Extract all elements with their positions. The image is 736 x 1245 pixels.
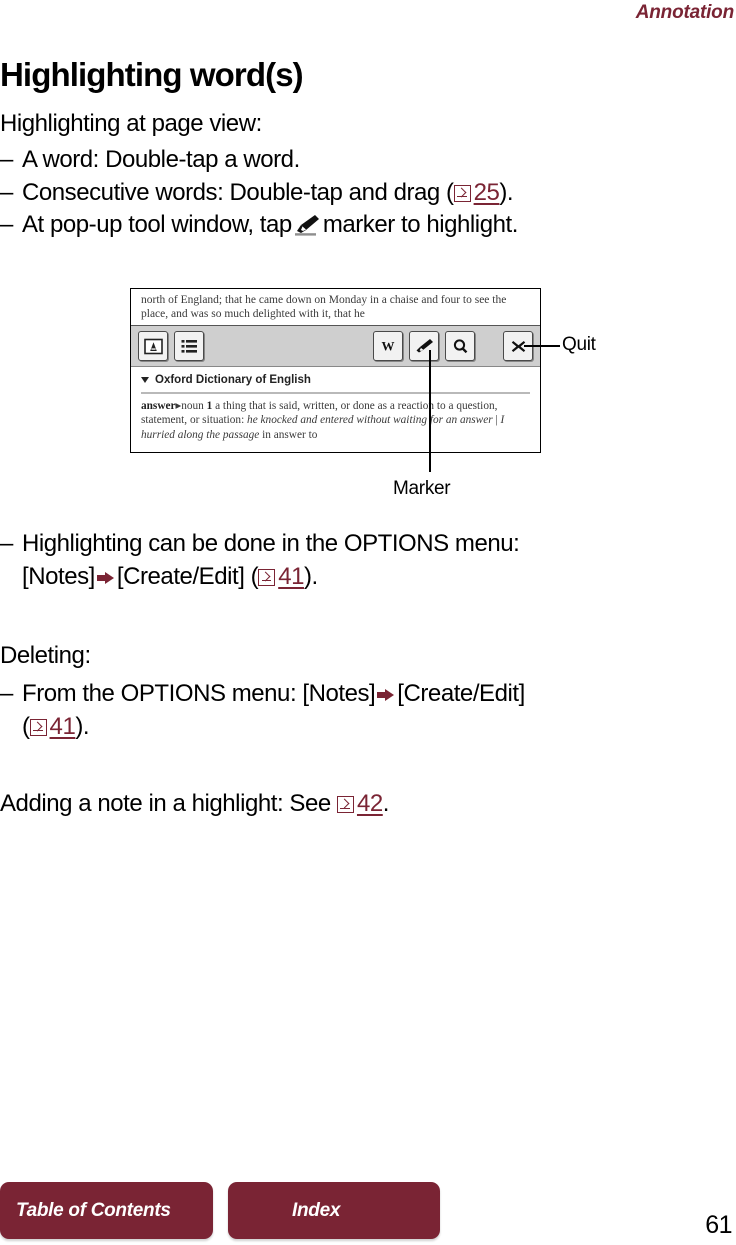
bullet-list-options: – Highlighting can be done in the OPTION…	[0, 528, 720, 593]
page-reference[interactable]: 41	[258, 561, 304, 594]
quit-leader-line	[524, 345, 560, 347]
toolbar-right-group: W	[373, 331, 533, 361]
list-item-text: At pop-up tool window, tap marker to hig…	[22, 209, 518, 242]
dictionary-definition-2: in answer to	[259, 428, 318, 441]
deleting-line-1: From the OPTIONS menu: [Notes] [Create/Ed…	[22, 680, 525, 707]
deleting-line-2-b: ).	[75, 712, 90, 740]
running-head: Annotation	[635, 2, 734, 23]
list-item-text: Consecutive words: Double-tap and drag (…	[22, 177, 518, 210]
page-number: 61	[705, 1211, 732, 1239]
options-create-edit-label: [Create/Edit] (	[116, 562, 259, 590]
arrow-right-icon	[377, 687, 395, 703]
options-notes-label: [Notes]	[22, 562, 95, 590]
popup-toolbar: W	[131, 325, 540, 367]
divider	[141, 392, 530, 394]
page-ref-icon	[453, 184, 471, 202]
tool-window-figure: north of England; that he came down on M…	[130, 288, 541, 453]
list-item: – Consecutive words: Double-tap and drag…	[0, 177, 518, 210]
list-item: – At pop-up tool window, tap marker to h…	[0, 209, 518, 242]
callout-label-quit: Quit	[562, 334, 596, 355]
dictionary-separator: |	[492, 414, 501, 426]
bullet-dash: –	[0, 211, 13, 239]
page-ref-icon	[29, 718, 47, 736]
deleting-line-1-b: [Create/Edit]	[397, 680, 525, 707]
page-ref-number: 42	[356, 790, 383, 817]
intro-line: Highlighting at page view:	[0, 110, 262, 137]
list-item-text-before: Consecutive words: Double-tap and drag (	[22, 178, 454, 206]
deleting-line-2-a: (	[22, 712, 30, 740]
dictionary-pos: noun	[181, 399, 204, 412]
list-item-text: A word: Double-tap a word.	[22, 146, 300, 173]
bullet-list-top: – A word: Double-tap a word. – Consecuti…	[0, 144, 518, 242]
page-ref-icon	[336, 796, 354, 813]
marker-icon	[293, 213, 321, 236]
dictionary-headword: answer	[141, 399, 176, 412]
list-item-text: Highlighting can be done in the OPTIONS …	[22, 528, 720, 593]
adding-note-line: Adding a note in a highlight: See 42.	[0, 788, 389, 821]
marker-icon-button[interactable]	[409, 331, 439, 361]
table-of-contents-label: Table of Contents	[16, 1199, 171, 1221]
index-label: Index	[292, 1199, 341, 1221]
bullet-dash: –	[0, 178, 13, 206]
toolbar-left-group	[138, 331, 204, 361]
search-icon-button[interactable]	[445, 331, 475, 361]
figure-book-text: north of England; that he came down on M…	[131, 289, 540, 325]
page-ref-number: 41	[278, 562, 304, 590]
adding-note-text-after: .	[382, 790, 390, 817]
list-item-text-after: ).	[499, 178, 514, 206]
marker-icon	[416, 339, 433, 353]
deleting-line-2: (41).	[22, 712, 90, 740]
page-reference[interactable]: 25	[453, 177, 500, 210]
page-reference[interactable]: 42	[336, 788, 383, 821]
list-item: – Highlighting can be done in the OPTION…	[0, 528, 720, 593]
bullet-list-deleting: – From the OPTIONS menu: [Notes] [Create/…	[0, 678, 726, 743]
wikipedia-icon-button[interactable]: W	[373, 331, 403, 361]
list-item: – A word: Double-tap a word.	[0, 144, 518, 177]
deleting-line-1-a: From the OPTIONS menu: [Notes]	[22, 680, 376, 707]
dictionary-icon-button[interactable]	[138, 331, 168, 361]
dictionary-example-1: he knocked and entered without waiting f…	[247, 414, 493, 426]
arrow-right-icon	[96, 570, 115, 586]
svg-text:W: W	[382, 339, 395, 354]
options-line-2: [Notes] [Create/Edit] ( 41).	[22, 563, 318, 590]
list-item: – From the OPTIONS menu: [Notes] [Create/…	[0, 678, 726, 743]
page-ref-number: 41	[49, 712, 76, 740]
search-icon	[453, 338, 467, 353]
list-item-text-before: At pop-up tool window, tap	[22, 211, 292, 239]
bullet-dash: –	[0, 680, 13, 707]
index-button[interactable]: Index	[228, 1182, 440, 1239]
dictionary-entry: answer▸noun 1 a thing that is said, writ…	[141, 399, 530, 443]
list-icon-button[interactable]	[174, 331, 204, 361]
page-ref-number: 25	[473, 178, 500, 206]
list-item-text: From the OPTIONS menu: [Notes] [Create/Ed…	[22, 678, 726, 743]
bullet-dash: –	[0, 530, 13, 557]
page-title: Highlighting word(s)	[0, 56, 304, 94]
dictionary-panel: Oxford Dictionary of English answer▸noun…	[131, 367, 540, 448]
dictionary-title: Oxford Dictionary of English	[155, 374, 311, 386]
callout-label-marker: Marker	[393, 478, 451, 499]
chevron-down-icon	[141, 377, 149, 383]
page-ref-icon	[258, 568, 276, 586]
adding-note-text-before: Adding a note in a highlight: See	[0, 790, 331, 817]
wikipedia-icon: W	[382, 339, 395, 354]
dictionary-icon	[143, 338, 163, 354]
list-item-text-after: marker to highlight.	[322, 211, 519, 239]
deleting-heading: Deleting:	[0, 642, 91, 669]
dictionary-title-row[interactable]: Oxford Dictionary of English	[141, 374, 530, 386]
list-icon	[181, 339, 197, 353]
table-of-contents-button[interactable]: Table of Contents	[0, 1182, 213, 1239]
marker-leader-line	[429, 350, 431, 472]
options-line-2-tail: ).	[304, 562, 318, 590]
options-line-1: Highlighting can be done in the OPTIONS …	[22, 530, 520, 557]
bullet-dash: –	[0, 146, 13, 173]
page-reference[interactable]: 41	[29, 711, 76, 744]
